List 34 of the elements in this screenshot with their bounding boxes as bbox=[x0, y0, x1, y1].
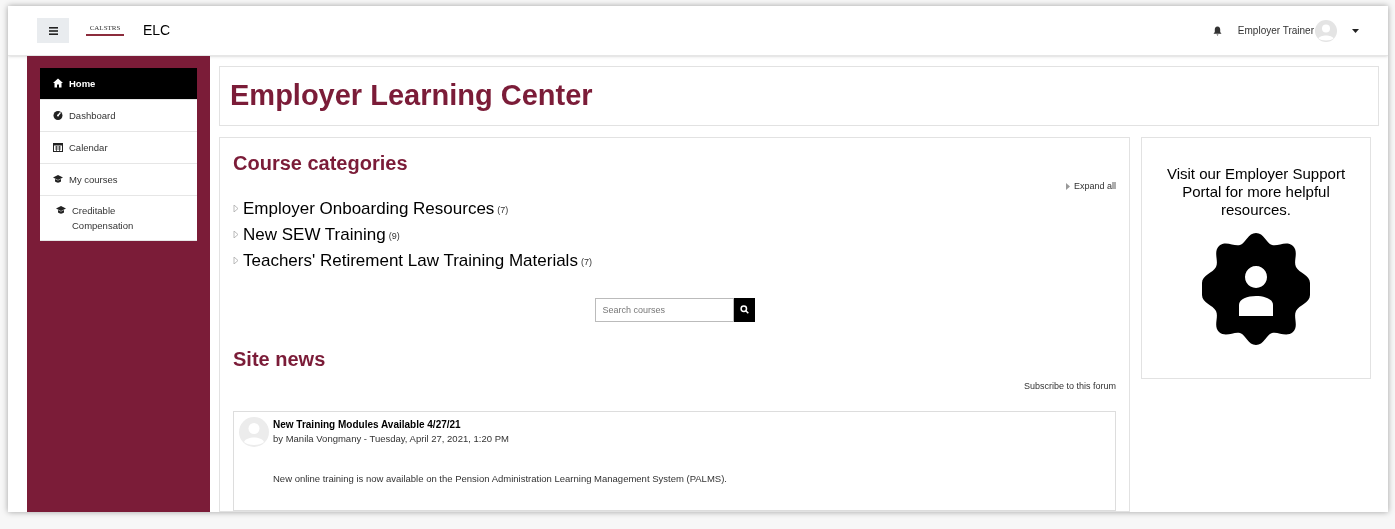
category-link[interactable]: Employer Onboarding Resources bbox=[243, 195, 495, 222]
expand-all-link[interactable]: Expand all bbox=[1065, 180, 1116, 194]
dashboard-icon bbox=[53, 110, 63, 120]
post-byline: by Manila Vongmany - Tuesday, April 27, 2021, 1:20 PM bbox=[273, 432, 510, 446]
caret-icon[interactable] bbox=[1352, 28, 1359, 33]
expand-toggle-icon[interactable] bbox=[233, 205, 239, 212]
notification-bell-icon[interactable] bbox=[1212, 25, 1222, 36]
menu-icon bbox=[48, 26, 58, 35]
section-title: Site news bbox=[233, 346, 327, 372]
course-count: (7) bbox=[497, 203, 509, 217]
search-button[interactable] bbox=[733, 297, 755, 322]
menu-button[interactable] bbox=[37, 18, 69, 43]
courses-icon bbox=[53, 174, 63, 184]
calendar-icon bbox=[53, 142, 63, 152]
subscribe-link[interactable]: Subscribe to this forum bbox=[1023, 379, 1116, 393]
search-field[interactable]: Search courses bbox=[594, 297, 734, 322]
nav-item[interactable]: Home bbox=[40, 68, 197, 100]
post-title[interactable]: New Training Modules Available 4/27/21 bbox=[273, 418, 727, 431]
course-count: (7) bbox=[580, 255, 592, 269]
category-link[interactable]: New SEW Training bbox=[243, 221, 386, 248]
user-name[interactable]: Employer Trainer bbox=[1237, 23, 1314, 38]
support-text[interactable]: Visit our Employer Support Portal for more helpful resources. bbox=[1166, 165, 1346, 219]
course-count: (9) bbox=[388, 229, 400, 243]
expand-toggle-icon[interactable] bbox=[233, 257, 239, 264]
post-body: New online training is now available on the Pension Administration Learning Management System (PALMS). bbox=[273, 472, 727, 486]
courses-icon bbox=[56, 205, 66, 215]
site-name[interactable]: ELC bbox=[143, 20, 171, 41]
search-icon bbox=[739, 305, 749, 314]
expand-toggle-icon[interactable] bbox=[233, 231, 239, 238]
page-title: Employer Learning Center bbox=[230, 78, 593, 114]
home-icon bbox=[53, 78, 63, 88]
category-link[interactable]: Teachers' Retirement Law Training Materials bbox=[243, 247, 578, 274]
section-title: Course categories bbox=[233, 151, 409, 176]
triangle-icon bbox=[1065, 183, 1070, 191]
